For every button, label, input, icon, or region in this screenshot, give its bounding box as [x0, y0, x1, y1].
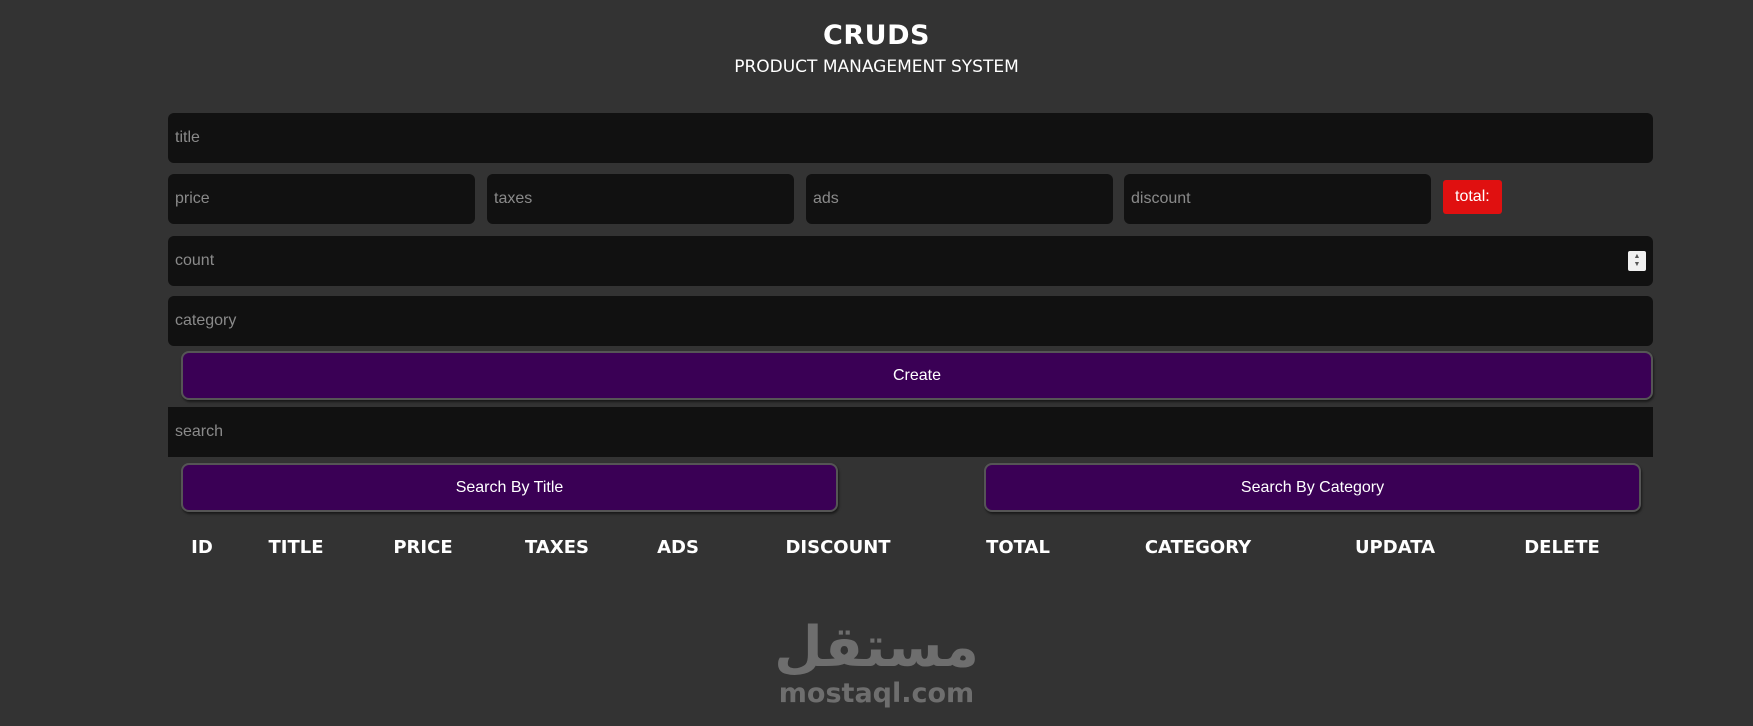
column-header-delete: DELETE — [1524, 537, 1600, 558]
column-header-id: ID — [191, 537, 213, 558]
spinner-up-icon[interactable]: ▲ — [1634, 253, 1641, 261]
category-input[interactable] — [168, 296, 1653, 346]
page-subtitle: PRODUCT MANAGEMENT SYSTEM — [734, 57, 1019, 77]
column-header-category: CATEGORY — [1144, 537, 1252, 558]
price-input[interactable] — [168, 174, 475, 224]
search-by-category-button[interactable]: Search By Category — [984, 463, 1641, 512]
column-header-total: TOTAL — [986, 537, 1050, 558]
mostaql-watermark: مستقل mostaql.com — [0, 615, 1753, 710]
total-badge: total: — [1443, 180, 1502, 214]
search-input[interactable] — [168, 407, 1653, 457]
count-input[interactable] — [168, 236, 1653, 286]
column-header-price: PRICE — [393, 537, 453, 558]
watermark-latin: mostaql.com — [778, 678, 975, 709]
taxes-input[interactable] — [487, 174, 794, 224]
ads-input[interactable] — [806, 174, 1113, 224]
spinner-down-icon[interactable]: ▼ — [1634, 261, 1641, 269]
create-button[interactable]: Create — [181, 351, 1653, 400]
column-header-ads: ADS — [657, 537, 699, 558]
column-header-title: TITLE — [268, 537, 324, 558]
discount-input[interactable] — [1124, 174, 1431, 224]
page-title: CRUDS — [823, 20, 930, 51]
column-header-taxes: TAXES — [525, 537, 589, 558]
page-header: CRUDS PRODUCT MANAGEMENT SYSTEM — [0, 20, 1753, 77]
title-input[interactable] — [168, 113, 1653, 163]
column-header-discount: DISCOUNT — [785, 537, 891, 558]
search-by-title-button[interactable]: Search By Title — [181, 463, 838, 512]
watermark-arabic: مستقل — [774, 615, 979, 680]
column-header-update: UPDATA — [1354, 537, 1436, 558]
count-spinner[interactable]: ▲ ▼ — [1628, 251, 1646, 271]
